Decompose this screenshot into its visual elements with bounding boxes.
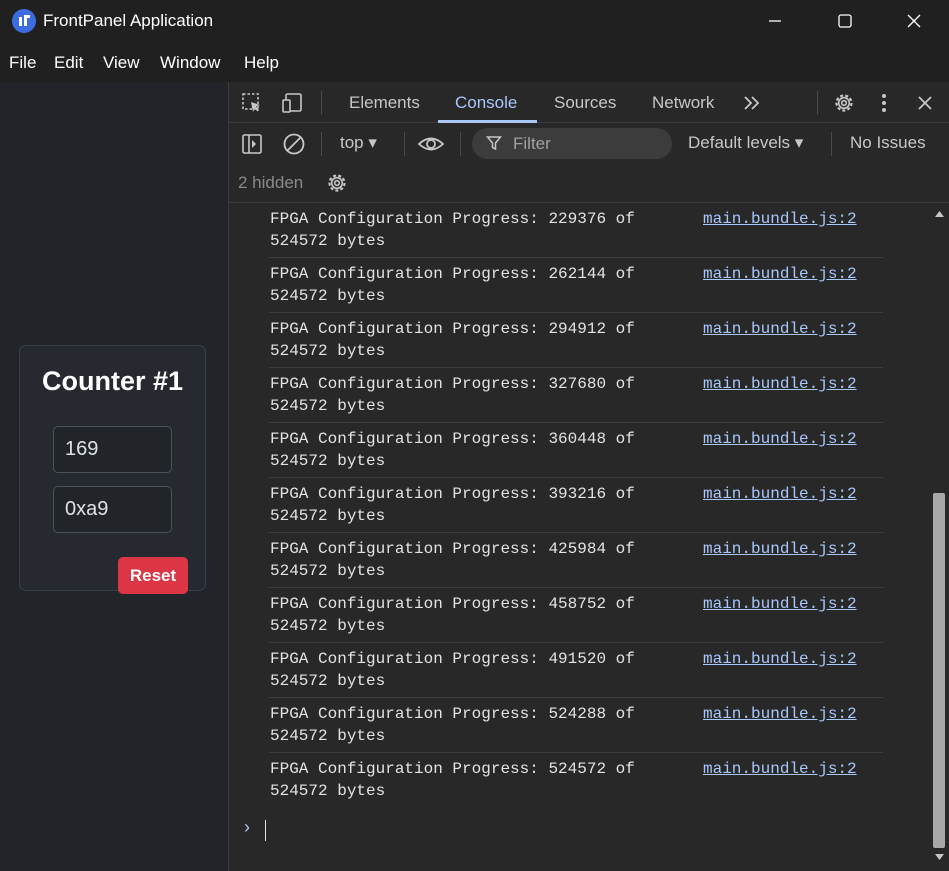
console-output: FPGA Configuration Progress: 229376 of 52…	[229, 203, 929, 871]
title-bar: FrontPanel Application	[0, 0, 949, 42]
console-message: FPGA Configuration Progress: 458752 of 52…	[269, 588, 883, 643]
source-link[interactable]: main.bundle.js:2	[703, 373, 857, 395]
menu-window[interactable]: Window	[160, 53, 220, 73]
chevron-down-icon: ▾	[368, 133, 377, 152]
source-link[interactable]: main.bundle.js:2	[703, 428, 857, 450]
decimal-value-field[interactable]: 169	[53, 426, 172, 473]
menu-file[interactable]: File	[9, 53, 36, 73]
message-text: FPGA Configuration Progress: 524572 of 52…	[270, 760, 635, 800]
message-text: FPGA Configuration Progress: 524288 of 52…	[270, 705, 635, 745]
source-link[interactable]: main.bundle.js:2	[703, 593, 857, 615]
inspect-element-icon[interactable]	[239, 90, 265, 116]
source-link[interactable]: main.bundle.js:2	[703, 648, 857, 670]
source-link[interactable]: main.bundle.js:2	[703, 208, 857, 230]
source-link[interactable]: main.bundle.js:2	[703, 483, 857, 505]
devtools-tab-bar: Elements Console Sources Network	[229, 82, 949, 123]
menu-help[interactable]: Help	[244, 53, 279, 73]
source-link[interactable]: main.bundle.js:2	[703, 538, 857, 560]
scroll-thumb[interactable]	[933, 493, 945, 848]
log-levels-label: Default levels	[688, 133, 791, 152]
message-text: FPGA Configuration Progress: 425984 of 52…	[270, 540, 635, 580]
console-message: FPGA Configuration Progress: 294912 of 52…	[269, 313, 883, 368]
menu-edit[interactable]: Edit	[54, 53, 83, 73]
tab-sources[interactable]: Sources	[554, 93, 616, 113]
log-levels-dropdown[interactable]: Default levels ▾	[688, 133, 803, 153]
device-toolbar-icon[interactable]	[280, 90, 306, 116]
source-link[interactable]: main.bundle.js:2	[703, 318, 857, 340]
show-sidebar-icon[interactable]	[239, 131, 265, 157]
menu-bar: File Edit View Window Help	[0, 42, 949, 82]
close-devtools-icon[interactable]	[913, 90, 937, 116]
console-message: FPGA Configuration Progress: 262144 of 52…	[269, 258, 883, 313]
separator	[817, 91, 818, 115]
filter-placeholder: Filter	[513, 134, 551, 153]
close-icon[interactable]	[879, 0, 949, 42]
console-message: FPGA Configuration Progress: 524288 of 52…	[269, 698, 883, 753]
separator	[460, 132, 461, 156]
filter-input[interactable]: Filter	[472, 128, 672, 159]
console-prompt-icon: ›	[244, 817, 250, 837]
more-tabs-icon[interactable]	[740, 91, 764, 115]
message-text: FPGA Configuration Progress: 393216 of 52…	[270, 485, 635, 525]
tab-network[interactable]: Network	[652, 93, 714, 113]
devtools-panel: Elements Console Sources Network top ▾ F…	[228, 82, 949, 871]
scroll-down-arrow-icon[interactable]	[934, 853, 945, 861]
message-text: FPGA Configuration Progress: 294912 of 52…	[270, 320, 635, 360]
scroll-up-arrow-icon[interactable]	[934, 210, 945, 218]
source-link[interactable]: main.bundle.js:2	[703, 703, 857, 725]
separator	[321, 91, 322, 115]
message-text: FPGA Configuration Progress: 360448 of 52…	[270, 430, 635, 470]
console-message: FPGA Configuration Progress: 524572 of 52…	[269, 753, 883, 808]
chevron-down-icon: ▾	[794, 133, 804, 152]
hidden-messages-count: 2 hidden	[238, 173, 304, 192]
minimize-icon[interactable]	[740, 0, 810, 42]
console-message: FPGA Configuration Progress: 229376 of 52…	[269, 203, 883, 258]
separator	[321, 132, 322, 156]
console-message: FPGA Configuration Progress: 327680 of 52…	[269, 368, 883, 423]
app-panel: Counter #1 169 0xa9 Reset	[0, 82, 228, 871]
live-expression-icon[interactable]	[416, 131, 446, 157]
console-message: FPGA Configuration Progress: 491520 of 52…	[269, 643, 883, 698]
clear-console-icon[interactable]	[281, 131, 307, 157]
more-options-icon[interactable]	[874, 90, 894, 116]
message-text: FPGA Configuration Progress: 458752 of 52…	[270, 595, 635, 635]
console-settings-icon[interactable]	[324, 170, 350, 196]
maximize-icon[interactable]	[810, 0, 880, 42]
window-title: FrontPanel Application	[43, 11, 214, 30]
console-toolbar: top ▾ Filter Default levels ▾ No Issues …	[229, 123, 949, 203]
console-scrollbar[interactable]	[929, 203, 949, 871]
source-link[interactable]: main.bundle.js:2	[703, 758, 857, 780]
console-message: FPGA Configuration Progress: 360448 of 52…	[269, 423, 883, 478]
tab-elements[interactable]: Elements	[349, 93, 420, 113]
counter-title: Counter #1	[41, 366, 184, 396]
settings-gear-icon[interactable]	[831, 90, 857, 116]
counter-card: Counter #1 169 0xa9 Reset	[19, 345, 206, 594]
message-text: FPGA Configuration Progress: 327680 of 52…	[270, 375, 635, 415]
message-text: FPGA Configuration Progress: 491520 of 52…	[270, 650, 635, 690]
context-selector[interactable]: top ▾	[340, 133, 377, 153]
message-text: FPGA Configuration Progress: 262144 of 52…	[270, 265, 635, 305]
filter-icon	[485, 134, 503, 152]
tab-console[interactable]: Console	[455, 93, 517, 113]
console-message: FPGA Configuration Progress: 425984 of 52…	[269, 533, 883, 588]
menu-view[interactable]: View	[103, 53, 140, 73]
source-link[interactable]: main.bundle.js:2	[703, 263, 857, 285]
separator	[404, 132, 405, 156]
issues-counter[interactable]: No Issues	[850, 133, 926, 153]
separator	[831, 132, 832, 156]
hex-value-field[interactable]: 0xa9	[53, 486, 172, 533]
message-text: FPGA Configuration Progress: 229376 of 52…	[270, 210, 635, 250]
console-message: FPGA Configuration Progress: 393216 of 52…	[269, 478, 883, 533]
context-value: top	[340, 133, 364, 152]
console-input[interactable]	[265, 820, 266, 841]
reset-button[interactable]: Reset	[118, 557, 188, 594]
frontpanel-logo-icon	[12, 9, 36, 33]
